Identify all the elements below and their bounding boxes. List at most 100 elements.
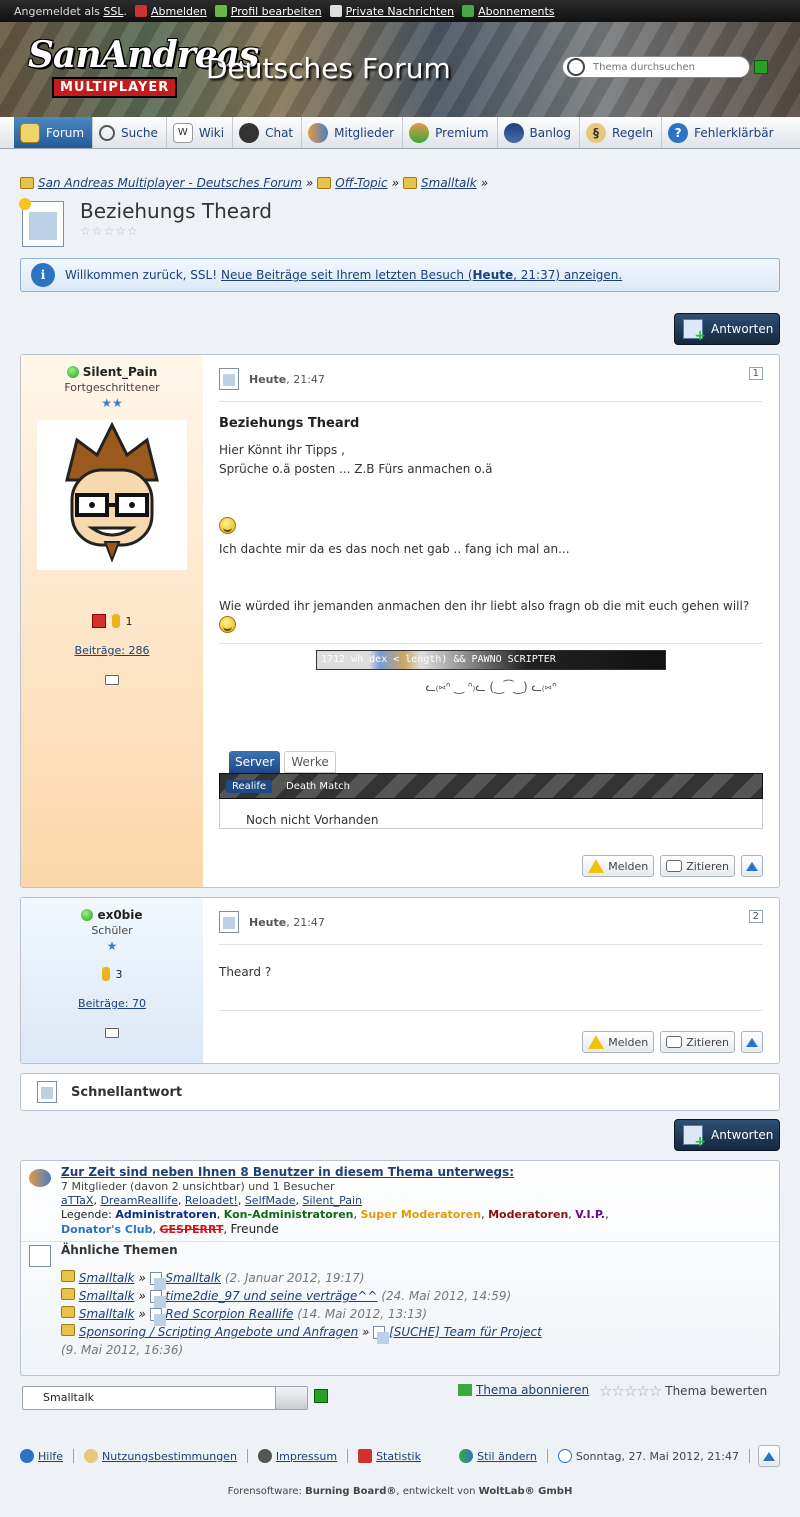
similar-thread-item: Smalltalk » Smalltalk (2. Januar 2012, 1…: [61, 1269, 561, 1290]
subscriptions-link[interactable]: Abonnements: [462, 5, 555, 18]
board-jump-select[interactable]: Smalltalk: [22, 1386, 308, 1410]
post-date: Heute, 21:47: [249, 372, 325, 386]
nav-wiki[interactable]: W Wiki: [167, 117, 234, 148]
post-number[interactable]: 1: [748, 367, 763, 380]
online-user[interactable]: DreamReallife: [100, 1194, 177, 1207]
reputation-count: 3: [115, 967, 123, 981]
author-posts-link[interactable]: Beiträge: 286: [75, 644, 150, 657]
send-message-icon[interactable]: [105, 1028, 119, 1038]
forum-title: Deutsches Forum: [206, 52, 451, 85]
author-name[interactable]: ex0bie: [21, 908, 203, 922]
search-icon: [99, 124, 116, 141]
paragraph-icon: [84, 1449, 99, 1463]
users-online-title[interactable]: Zur Zeit sind neben Ihnen 8 Benutzer in …: [61, 1165, 514, 1179]
scroll-top-button[interactable]: [741, 855, 763, 877]
statistics-icon: [358, 1449, 373, 1463]
breadcrumb-home[interactable]: San Andreas Multiplayer - Deutsches Foru…: [38, 176, 302, 190]
smile-smiley-icon: [219, 616, 236, 633]
private-messages-link[interactable]: Private Nachrichten: [329, 5, 454, 18]
similar-thread-link[interactable]: time2die_97 und seine verträge^^: [165, 1289, 377, 1303]
footer-imprint[interactable]: Impressum: [248, 1449, 349, 1463]
subtab-realife[interactable]: Realife: [226, 779, 273, 793]
rate-thread[interactable]: ☆☆☆☆☆ Thema bewerten: [599, 1382, 767, 1400]
thread-search-input[interactable]: [591, 60, 741, 74]
nav-rules[interactable]: § Regeln: [580, 117, 663, 148]
author-name[interactable]: Silent_Pain: [21, 365, 203, 379]
pencil-icon: [214, 5, 227, 17]
similar-board-link[interactable]: Smalltalk: [79, 1289, 135, 1303]
paragraph-icon: §: [586, 122, 607, 143]
logout-link[interactable]: Abmelden: [134, 5, 207, 18]
board-folder-icon: [403, 177, 418, 189]
similar-board-link[interactable]: Smalltalk: [79, 1307, 135, 1321]
tab-content: Noch nicht Vorhanden: [219, 799, 763, 829]
reply-button-top[interactable]: Antworten: [674, 313, 780, 345]
logout-icon: [134, 5, 147, 17]
online-status-icon: [66, 366, 79, 378]
site-logo-multiplayer: MULTIPLAYER: [52, 77, 178, 98]
author-posts-link[interactable]: Beiträge: 70: [78, 997, 146, 1010]
nav-banlog[interactable]: Banlog: [498, 117, 581, 148]
footer-change-style[interactable]: Stil ändern: [449, 1449, 548, 1463]
breadcrumb-offtopic[interactable]: Off-Topic: [335, 176, 387, 190]
avatar-image: [65, 421, 159, 563]
category-icon: [317, 177, 332, 189]
nav-members[interactable]: Mitglieder: [302, 117, 404, 148]
similar-thread-link[interactable]: [SUCHE] Team für Project: [389, 1325, 542, 1339]
signature-emoticon: ᓚ₍⑅ᐢ ‿ ᐢ₎ᓚ (‿⁀‿) ᓚ₍⑅ᐢ: [425, 680, 557, 694]
similar-thread-link[interactable]: Red Scorpion Reallife: [165, 1307, 293, 1321]
online-user[interactable]: aTTaX: [61, 1194, 93, 1207]
tab-server[interactable]: Server: [229, 751, 281, 773]
tab-werke[interactable]: Werke: [284, 751, 336, 773]
footer-stats[interactable]: Statistik: [348, 1449, 431, 1463]
footer-terms[interactable]: Nutzungsbestimmungen: [74, 1449, 248, 1463]
report-button[interactable]: Melden: [582, 855, 655, 877]
quick-reply-toggle[interactable]: Schnellantwort: [20, 1073, 780, 1111]
members-icon: [308, 122, 329, 143]
quote-button[interactable]: Zitieren: [660, 855, 735, 877]
online-user[interactable]: Reloadet!: [185, 1194, 238, 1207]
rank-stars: ★★: [101, 396, 123, 410]
nav-chat[interactable]: Chat: [233, 117, 303, 148]
post-date: Heute, 21:47: [249, 915, 325, 929]
arrow-up-icon: [763, 1451, 775, 1461]
users-online-list: aTTaX, DreamReallife, Reloadet!, SelfMad…: [61, 1194, 363, 1207]
post-actions: Melden Zitieren: [582, 855, 763, 877]
post-message: Hier Könnt ihr Tipps , Sprüche o.ä poste…: [219, 441, 763, 639]
signature: 1712 wh dex < length) && PAWNO SCRIPTER …: [219, 650, 763, 694]
post-number[interactable]: 2: [748, 910, 763, 923]
report-button[interactable]: Melden: [582, 1031, 655, 1053]
send-message-icon[interactable]: [105, 675, 119, 685]
new-posts-link[interactable]: Neue Beiträge seit Ihrem letzten Besuch …: [221, 268, 622, 282]
scroll-top-button[interactable]: [741, 1031, 763, 1053]
quote-icon: [666, 1036, 683, 1048]
quote-button[interactable]: Zitieren: [660, 1031, 735, 1053]
similar-board-link[interactable]: Sponsoring / Scripting Angebote und Anfr…: [79, 1325, 358, 1339]
online-user[interactable]: Silent_Pain: [303, 1194, 363, 1207]
nav-premium[interactable]: Premium: [403, 117, 498, 148]
post-2: ex0bie Schüler ★ 3 Beiträge: 70 Heute, 2…: [20, 897, 780, 1064]
subtab-deathmatch[interactable]: Death Match: [280, 780, 356, 793]
rating-stars-icon[interactable]: ☆☆☆☆☆: [599, 1382, 662, 1400]
username-link[interactable]: SSL: [103, 5, 123, 18]
reply-button-bottom[interactable]: Antworten: [674, 1119, 780, 1151]
nav-search[interactable]: Suche: [93, 117, 167, 148]
similar-thread-link[interactable]: Smalltalk: [165, 1271, 221, 1285]
welcome-info-bar: i Willkommen zurück, SSL! Neue Beiträge …: [20, 258, 780, 292]
nav-bugreport[interactable]: ? Fehlerklärbär: [662, 117, 781, 148]
similar-threads-title: Ähnliche Themen: [61, 1243, 178, 1257]
board-jump-go-button[interactable]: [314, 1389, 328, 1403]
scroll-top-button[interactable]: [758, 1445, 780, 1467]
quote-icon: [666, 860, 683, 872]
edit-profile-link[interactable]: Profil bearbeiten: [214, 5, 322, 18]
footer-help[interactable]: Hilfe: [20, 1449, 75, 1463]
online-user[interactable]: SelfMade: [245, 1194, 296, 1207]
breadcrumb-smalltalk[interactable]: Smalltalk: [421, 176, 477, 190]
similar-board-link[interactable]: Smalltalk: [79, 1271, 135, 1285]
search-submit-button[interactable]: [754, 60, 768, 74]
post-icon: [219, 911, 239, 933]
subscribe-thread[interactable]: Thema abonnieren: [458, 1383, 589, 1397]
nav-forum[interactable]: Forum: [14, 117, 94, 148]
avatar[interactable]: [37, 420, 187, 570]
quick-reply-icon: [37, 1081, 57, 1103]
